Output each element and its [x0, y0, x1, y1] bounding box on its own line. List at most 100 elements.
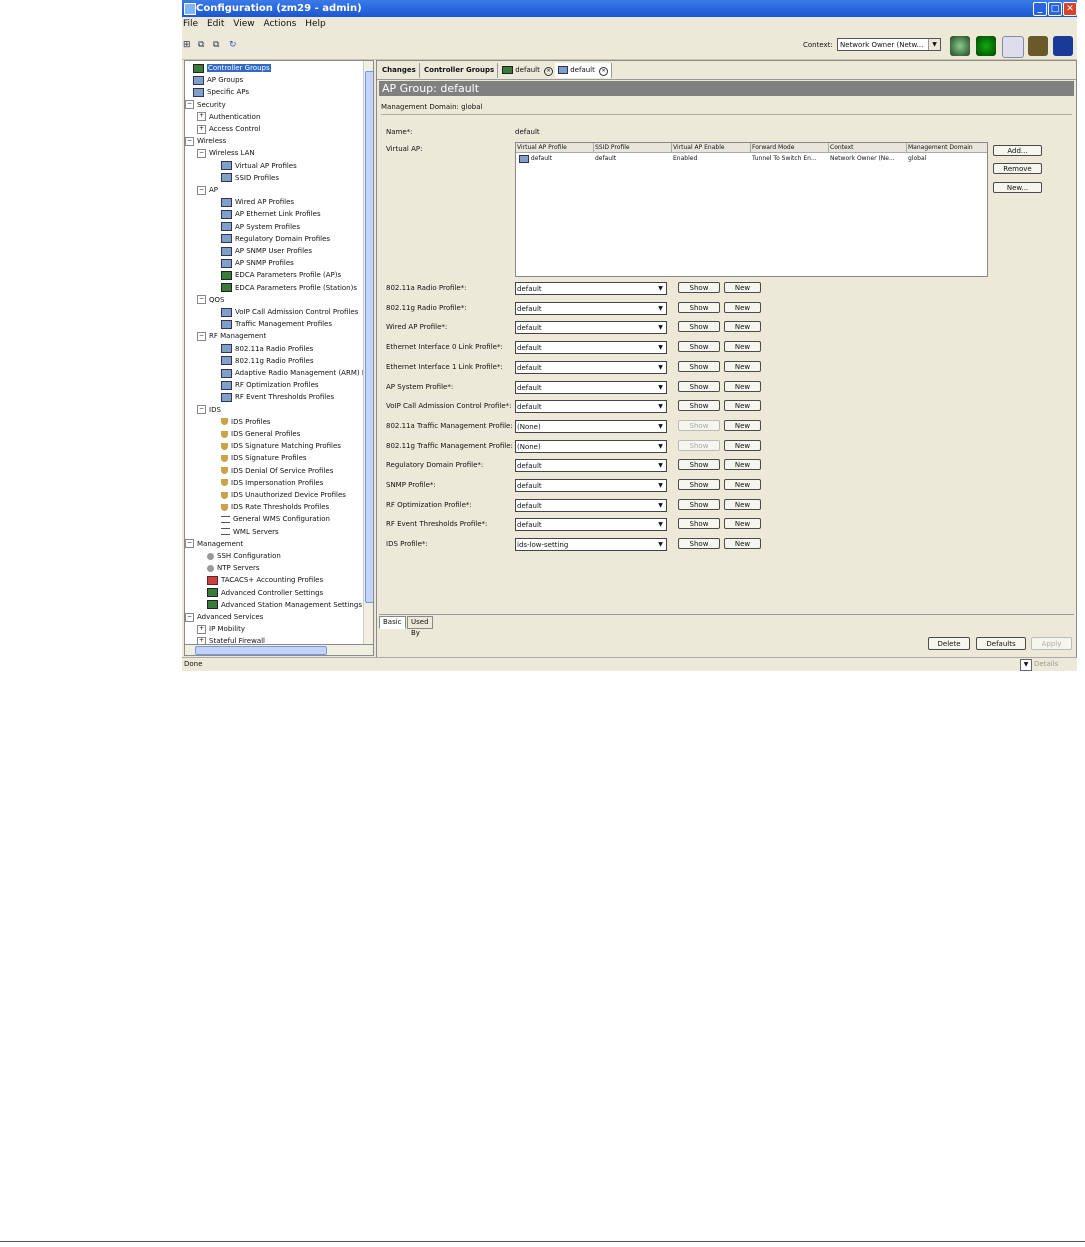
expand-icon[interactable]: +	[197, 624, 206, 634]
network-icon[interactable]	[1002, 36, 1024, 58]
new-vap-button[interactable]: New...	[993, 182, 1042, 193]
tree-item[interactable]: IDS Unauthorized Device Profiles	[221, 489, 346, 501]
close-tab-icon[interactable]: ✕	[599, 67, 609, 76]
scroll-thumb[interactable]	[365, 71, 373, 603]
tree-icon[interactable]: ⊞	[183, 41, 193, 50]
tree-item[interactable]: IDS Profiles	[221, 416, 271, 428]
tree-item[interactable]: SSID Profiles	[221, 172, 279, 184]
tree-item[interactable]: + Authentication	[197, 111, 260, 123]
context-select[interactable]: Network Owner (Netw... ▼	[837, 38, 941, 51]
add-button[interactable]: Add...	[993, 145, 1042, 156]
tree-item[interactable]: TACACS+ Accounting Profiles	[207, 574, 323, 586]
tree-item[interactable]: − AP	[197, 184, 218, 196]
show-button[interactable]: Show	[678, 321, 720, 333]
profile-select[interactable]: default ▼	[515, 459, 667, 473]
tree-item[interactable]: NTP Servers	[207, 562, 260, 574]
profile-select[interactable]: ids-low-setting ▼	[515, 538, 667, 552]
scroll-thumb[interactable]	[195, 646, 327, 655]
collapse-icon[interactable]: −	[185, 612, 194, 622]
column-header[interactable]: SSID Profile	[594, 143, 672, 152]
remove-button[interactable]: Remove	[993, 163, 1042, 174]
tree-item[interactable]: − Advanced Services	[185, 611, 263, 623]
show-button[interactable]: Show	[678, 360, 720, 372]
tree-item[interactable]: − Security	[185, 99, 226, 111]
show-button[interactable]: Show	[678, 400, 720, 412]
paste-icon[interactable]: ⧉	[213, 41, 223, 50]
show-button[interactable]: Show	[678, 301, 720, 313]
show-button[interactable]: Show	[678, 282, 720, 293]
tree-item[interactable]: IDS Signature Matching Profiles	[221, 440, 341, 452]
rf-icon[interactable]	[976, 36, 996, 56]
collapse-icon[interactable]: −	[197, 148, 206, 158]
tree-item[interactable]: IDS General Profiles	[221, 428, 300, 440]
expand-icon[interactable]: +	[197, 112, 206, 122]
tree-item[interactable]: + IP Mobility	[197, 623, 245, 635]
menu-actions[interactable]: Actions	[263, 17, 296, 31]
collapse-icon[interactable]: −	[185, 100, 194, 110]
tree-item[interactable]: Advanced Controller Settings	[207, 587, 323, 599]
tab-controller-groups[interactable]: Controller Groups	[421, 63, 499, 78]
profile-select[interactable]: (None) ▼	[515, 439, 667, 453]
menu-view[interactable]: View	[233, 17, 254, 31]
tab-default-apgroup[interactable]: default ✕	[555, 63, 613, 78]
profile-select[interactable]: default ▼	[515, 518, 667, 532]
tree-item[interactable]: IDS Rate Thresholds Profiles	[221, 501, 329, 513]
details-button[interactable]: Details	[1034, 658, 1058, 671]
profile-select[interactable]: (None) ▼	[515, 419, 667, 433]
tree-item[interactable]: IDS Impersonation Profiles	[221, 477, 323, 489]
delete-button[interactable]: Delete	[928, 637, 970, 650]
profile-select[interactable]: default ▼	[515, 360, 667, 374]
tree-item[interactable]: 802.11a Radio Profiles	[221, 343, 313, 355]
globe-icon[interactable]	[1053, 36, 1073, 56]
collapse-icon[interactable]: −	[197, 405, 206, 415]
collapse-icon[interactable]: −	[185, 539, 194, 549]
new-button[interactable]: New	[724, 419, 761, 431]
menu-help[interactable]: Help	[305, 17, 326, 31]
tree-item[interactable]: EDCA Parameters Profile (AP)s	[221, 269, 341, 281]
profile-select[interactable]: default ▼	[515, 321, 667, 335]
tab-changes[interactable]: Changes	[379, 63, 420, 78]
show-button[interactable]: Show	[678, 439, 720, 451]
profile-select[interactable]: default ▼	[515, 498, 667, 512]
new-button[interactable]: New	[724, 459, 761, 471]
tree-item[interactable]: 802.11g Radio Profiles	[221, 355, 313, 367]
new-button[interactable]: New	[724, 341, 761, 353]
profile-select[interactable]: default ▼	[515, 380, 667, 394]
new-button[interactable]: New	[724, 518, 761, 530]
tree-item[interactable]: − QOS	[197, 294, 224, 306]
tree-item[interactable]: − RF Management	[197, 330, 266, 342]
menu-file[interactable]: File	[183, 17, 198, 31]
tree-item[interactable]: Specific APs	[193, 86, 249, 98]
tree-item[interactable]: Traffic Management Profiles	[221, 318, 332, 330]
tree-item[interactable]: General WMS Configuration	[221, 513, 330, 525]
tree-item[interactable]: AP SNMP Profiles	[221, 257, 294, 269]
new-button[interactable]: New	[724, 439, 761, 451]
tree-item[interactable]: SSH Configuration	[207, 550, 281, 562]
show-button[interactable]: Show	[678, 341, 720, 353]
tree-item[interactable]: RF Event Thresholds Profiles	[221, 391, 334, 403]
tree-item[interactable]: + Access Control	[197, 123, 261, 135]
expand-icon[interactable]: +	[197, 124, 206, 134]
apply-button[interactable]: Apply	[1031, 637, 1072, 650]
tree-item[interactable]: − IDS	[197, 404, 221, 416]
collapse-icon[interactable]: −	[197, 331, 206, 341]
tree-item[interactable]: AP Ethernet Link Profiles	[221, 208, 321, 220]
profile-select[interactable]: default ▼	[515, 282, 667, 295]
tree-item[interactable]: Virtual AP Profiles	[221, 160, 297, 172]
tree-item[interactable]: Advanced Station Management Settings	[207, 599, 362, 611]
profile-select[interactable]: default ▼	[515, 301, 667, 315]
tree-item[interactable]: AP Groups	[193, 74, 243, 86]
collapse-icon[interactable]: −	[185, 136, 194, 146]
new-button[interactable]: New	[724, 498, 761, 510]
profile-select[interactable]: default ▼	[515, 400, 667, 414]
show-button[interactable]: Show	[678, 518, 720, 530]
collapse-icon[interactable]: −	[197, 295, 206, 305]
refresh-icon[interactable]: ↻	[229, 41, 239, 50]
tree-item[interactable]: IDS Signature Profiles	[221, 452, 307, 464]
profile-select[interactable]: default ▼	[515, 479, 667, 492]
close-button[interactable]: ✕	[1063, 2, 1077, 16]
tree-item[interactable]: Adaptive Radio Management (ARM) P	[221, 367, 366, 379]
column-header[interactable]: Management Domain	[907, 143, 987, 152]
tree-item[interactable]: VoIP Call Admission Control Profiles	[221, 306, 358, 318]
tree-item[interactable]: − Management	[185, 538, 243, 550]
